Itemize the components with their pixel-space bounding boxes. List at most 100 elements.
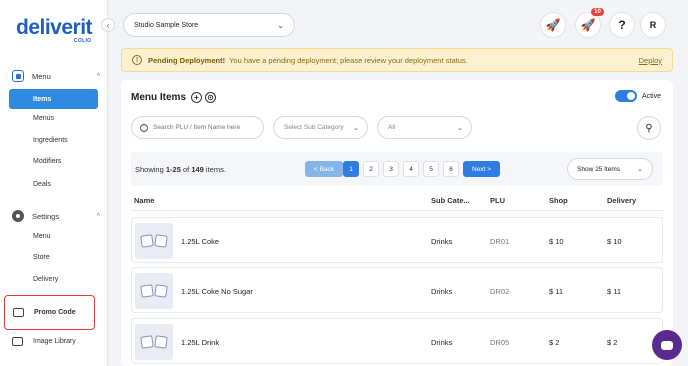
deploy-rocket-button[interactable]: 🚀 — [540, 12, 566, 38]
item-sub-category: Drinks — [431, 287, 453, 296]
notification-badge: 10 — [591, 8, 604, 16]
page-button-3[interactable]: 3 — [383, 161, 399, 177]
showing-total: 149 — [191, 165, 204, 174]
rocket-icon: 🚀 — [545, 18, 561, 32]
item-delivery-price: $ 2 — [607, 338, 618, 347]
sidebar-item-menus[interactable]: Menus — [9, 108, 98, 128]
collapse-sidebar-button[interactable]: ‹ — [101, 18, 115, 32]
header-divider — [131, 210, 663, 211]
sidebar-item-delivery[interactable]: Delivery — [9, 269, 98, 289]
page-title: Menu Items + ⊙ — [131, 92, 217, 103]
sidebar-item-deals[interactable]: Deals — [9, 174, 98, 194]
item-thumbnail — [135, 273, 173, 309]
sidebar-item-settings-menu[interactable]: Menu — [9, 226, 98, 246]
chevron-down-icon: ⌄ — [353, 124, 359, 132]
page-size-value: Show 25 Items — [577, 165, 620, 173]
item-plu: DR05 — [490, 338, 510, 347]
menu-items-card: Menu Items + ⊙ Active Select Sub Categor… — [121, 80, 673, 366]
sidebar-section-menu[interactable]: Menu ^ — [12, 70, 100, 82]
item-thumbnail — [135, 324, 173, 360]
sidebar-item-ingredients[interactable]: Ingredients — [9, 130, 98, 150]
logo: deliverit — [16, 16, 93, 39]
item-shop-price: $ 2 — [549, 338, 560, 347]
item-plu: DR02 — [490, 287, 510, 296]
filter-button[interactable]: ⚲ — [637, 116, 661, 140]
active-label: Active — [641, 92, 661, 100]
chevron-down-icon: ⌄ — [277, 20, 284, 30]
sub-category-select[interactable]: Select Sub Category ⌄ — [273, 116, 368, 139]
avatar[interactable]: R — [640, 12, 666, 38]
item-name: 1.25L Drink — [181, 338, 220, 347]
rocket-icon: 🚀 — [580, 18, 596, 32]
pagination-back-button[interactable]: < Back — [305, 161, 344, 177]
pagination-next-button[interactable]: Next > — [463, 161, 500, 177]
column-header-sub-category[interactable]: Sub Cate... — [431, 196, 470, 205]
banner-title: Pending Deployment! — [148, 55, 226, 65]
table-row[interactable]: 1.25L Drink Drinks DR05 $ 2 $ 2 — [131, 318, 663, 364]
notifications-button[interactable]: 🚀 10 — [575, 8, 604, 38]
pending-deployment-banner: ! Pending Deployment! You have a pending… — [121, 48, 673, 72]
table-row[interactable]: 1.25L Coke No Sugar Drinks DR02 $ 11 $ 1… — [131, 267, 663, 313]
page-button-2[interactable]: 2 — [363, 161, 379, 177]
search-input[interactable] — [131, 116, 264, 139]
copy-item-button[interactable]: ⊙ — [205, 92, 217, 103]
chat-button[interactable] — [652, 330, 682, 360]
item-plu: DR01 — [490, 237, 510, 246]
chevron-down-icon: ⌄ — [457, 124, 463, 132]
showing-suffix: items. — [203, 165, 226, 174]
filter-icon: ⚲ — [645, 122, 653, 134]
showing-count: Showing 1-25 of 149 items. — [135, 165, 226, 174]
sidebar-item-modifiers[interactable]: Modifiers — [9, 151, 98, 171]
column-header-name[interactable]: Name — [134, 196, 154, 205]
table-row[interactable]: 1.25L Coke Drinks DR01 $ 10 $ 10 — [131, 217, 663, 263]
active-toggle[interactable]: Active — [614, 90, 661, 102]
column-header-shop[interactable]: Shop — [549, 196, 568, 205]
chevron-up-icon: ^ — [96, 212, 100, 220]
page-size-select[interactable]: Show 25 Items ⌄ — [567, 158, 653, 180]
column-header-plu[interactable]: PLU — [490, 196, 505, 205]
chevron-up-icon: ^ — [96, 72, 100, 80]
sub-category-placeholder: Select Sub Category — [284, 124, 344, 131]
showing-range: 1-25 — [165, 165, 181, 174]
logo-subtitle: COLIO — [74, 38, 92, 44]
sidebar: deliverit COLIO Menu ^ Items Menus Ingre… — [0, 0, 108, 366]
item-thumbnail — [135, 223, 173, 259]
menu-book-icon — [12, 70, 24, 82]
deploy-link[interactable]: Deploy — [639, 56, 662, 65]
help-button[interactable]: ? — [609, 12, 635, 38]
status-filter-value: All — [388, 124, 396, 131]
store-select-value: Studio Sample Store — [134, 21, 199, 29]
page-button-4[interactable]: 4 — [403, 161, 419, 177]
store-select[interactable]: Studio Sample Store ⌄ — [123, 13, 295, 37]
page-button-1[interactable]: 1 — [343, 161, 359, 177]
item-delivery-price: $ 10 — [607, 237, 622, 246]
item-name: 1.25L Coke No Sugar — [181, 287, 253, 296]
banner-message: You have a pending deployment; please re… — [229, 55, 468, 65]
sidebar-section-label: Settings — [32, 211, 60, 221]
search-icon — [140, 123, 148, 132]
page-title-text: Menu Items — [131, 92, 187, 103]
item-delivery-price: $ 11 — [607, 287, 622, 296]
page-button-5[interactable]: 5 — [423, 161, 439, 177]
active-switch[interactable] — [614, 90, 637, 102]
image-icon — [12, 337, 23, 346]
page-button-6[interactable]: 6 — [443, 161, 459, 177]
pagination-toolbar: Showing 1-25 of 149 items. < Back 1 2 3 … — [131, 152, 663, 186]
showing-of: of — [180, 165, 192, 174]
status-filter-select[interactable]: All ⌄ — [377, 116, 472, 139]
info-icon: ! — [132, 55, 142, 65]
sidebar-section-label: Menu — [32, 71, 51, 81]
item-sub-category: Drinks — [431, 338, 453, 347]
item-name: 1.25L Coke — [181, 237, 220, 246]
add-item-button[interactable]: + — [191, 92, 203, 103]
sidebar-item-store[interactable]: Store — [9, 247, 98, 267]
sidebar-item-items[interactable]: Items — [9, 89, 98, 109]
item-shop-price: $ 11 — [549, 287, 564, 296]
sidebar-section-settings[interactable]: Settings ^ — [12, 210, 100, 222]
column-header-delivery[interactable]: Delivery — [607, 196, 636, 205]
ticket-icon — [13, 308, 24, 317]
sidebar-item-label: Promo Code — [34, 309, 76, 316]
sidebar-item-image-library[interactable]: Image Library — [12, 337, 76, 346]
search-field[interactable] — [153, 124, 253, 131]
sidebar-item-promo-code[interactable]: Promo Code — [4, 295, 95, 330]
